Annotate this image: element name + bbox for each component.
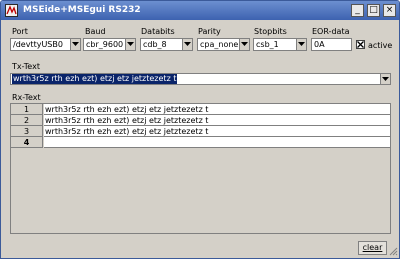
resize-grip-icon[interactable] xyxy=(389,247,398,256)
port-select[interactable]: /devttyUSB0 xyxy=(10,38,81,51)
minimize-button[interactable]: _ xyxy=(351,4,364,17)
baud-value: cbr_9600 xyxy=(86,40,124,49)
port-value: /devttyUSB0 xyxy=(13,40,63,49)
app-icon xyxy=(5,4,18,17)
databits-select[interactable]: cdb_8 xyxy=(140,38,193,51)
table-row[interactable]: 1 wrth3r5z rth ezh ezt) etzj etz jetztez… xyxy=(11,104,390,115)
chevron-down-icon[interactable] xyxy=(125,39,135,50)
table-row[interactable]: 4 xyxy=(11,137,390,148)
close-button[interactable]: × xyxy=(383,4,396,17)
parity-label: Parity xyxy=(198,27,221,36)
chevron-down-icon[interactable] xyxy=(296,39,306,50)
tx-text-label: Tx-Text xyxy=(12,62,40,71)
parity-value: cpa_none xyxy=(200,40,239,49)
databits-label: Databits xyxy=(141,27,175,36)
eor-data-input[interactable]: 0A xyxy=(311,38,352,51)
row-text[interactable]: wrth3r5z rth ezh ezt) etzj etz jetztezet… xyxy=(44,115,390,126)
databits-value: cdb_8 xyxy=(143,40,167,49)
parity-select[interactable]: cpa_none xyxy=(197,38,250,51)
stopbits-label: Stopbits xyxy=(254,27,287,36)
tx-text-value: wrth3r5z rth ezh ezt) etzj etz jetztezet… xyxy=(12,74,178,84)
row-text[interactable]: wrth3r5z rth ezh ezt) etzj etz jetztezet… xyxy=(44,126,390,137)
row-text[interactable]: wrth3r5z rth ezh ezt) etzj etz jetztezet… xyxy=(44,104,390,115)
rx-text-grid[interactable]: 1 wrth3r5z rth ezh ezt) etzj etz jetztez… xyxy=(10,103,391,234)
row-number: 2 xyxy=(11,115,43,126)
rx-text-label: Rx-Text xyxy=(12,93,41,102)
tx-text-input[interactable]: wrth3r5z rth ezh ezt) etzj etz jetztezet… xyxy=(10,73,391,85)
eor-data-label: EOR-data xyxy=(312,27,350,36)
maximize-button[interactable]: □ xyxy=(367,4,380,17)
table-row[interactable]: 2 wrth3r5z rth ezh ezt) etzj etz jetztez… xyxy=(11,115,390,126)
row-number: 1 xyxy=(11,104,43,115)
chevron-down-icon[interactable] xyxy=(70,39,80,50)
table-row[interactable]: 3 wrth3r5z rth ezh ezt) etzj etz jetztez… xyxy=(11,126,390,137)
baud-label: Baud xyxy=(85,27,106,36)
chevron-down-icon[interactable] xyxy=(239,39,249,50)
stopbits-select[interactable]: csb_1 xyxy=(253,38,307,51)
title-bar[interactable]: MSEide+MSEgui RS232 _ □ × xyxy=(1,1,399,20)
chevron-down-icon[interactable] xyxy=(182,39,192,50)
checkmark-icon xyxy=(357,41,364,48)
eor-data-value: 0A xyxy=(314,40,325,49)
row-text[interactable] xyxy=(44,137,390,148)
row-number: 4 xyxy=(11,137,43,148)
port-label: Port xyxy=(12,27,28,36)
active-label: active xyxy=(368,41,393,50)
chevron-down-icon[interactable] xyxy=(380,74,390,84)
row-number: 3 xyxy=(11,126,43,137)
window-title: MSEide+MSEgui RS232 xyxy=(23,5,141,15)
stopbits-value: csb_1 xyxy=(256,40,279,49)
active-checkbox[interactable] xyxy=(356,40,365,49)
clear-button-label: clear xyxy=(362,243,383,252)
app-window: MSEide+MSEgui RS232 _ □ × Port Baud Data… xyxy=(0,0,400,259)
baud-select[interactable]: cbr_9600 xyxy=(83,38,136,51)
clear-button[interactable]: clear xyxy=(358,241,387,255)
